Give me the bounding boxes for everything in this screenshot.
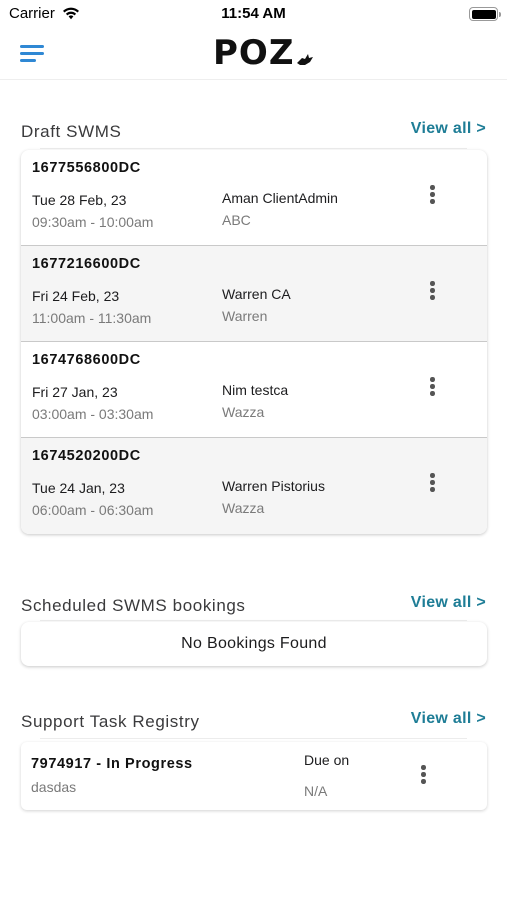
swms-time: 11:00am - 11:30am <box>32 310 152 326</box>
task-title: 7974917 - In Progress <box>31 756 193 772</box>
navbar: POZ <box>0 28 507 80</box>
swms-time: 03:00am - 03:30am <box>32 406 154 422</box>
draft-swms-view-all-link[interactable]: View all > <box>411 120 486 138</box>
support-task-row[interactable]: 7974917 - In Progress dasdas Due on N/A <box>21 742 487 810</box>
scheduled-bookings-view-all-link[interactable]: View all > <box>411 594 486 612</box>
clock: 11:54 AM <box>221 5 286 22</box>
divider <box>40 148 467 149</box>
task-due-label: Due on <box>304 752 350 768</box>
draft-swms-row[interactable]: 1677556800DC Tue 28 Feb, 23 09:30am - 10… <box>21 150 487 246</box>
logo-bird-icon <box>297 54 314 65</box>
swms-id: 1677216600DC <box>32 256 141 272</box>
task-due-value: N/A <box>304 783 328 799</box>
swms-date: Fri 24 Feb, 23 <box>32 288 120 304</box>
swms-org: Wazza <box>222 404 265 420</box>
swms-date: Tue 28 Feb, 23 <box>32 192 127 208</box>
more-options-icon[interactable] <box>424 375 440 399</box>
swms-date: Tue 24 Jan, 23 <box>32 480 125 496</box>
swms-user: Aman ClientAdmin <box>222 190 338 206</box>
app-logo: POZ <box>213 33 314 73</box>
hamburger-menu-icon[interactable] <box>20 42 46 64</box>
draft-swms-title: Draft SWMS <box>21 122 122 141</box>
swms-user: Nim testca <box>222 382 289 398</box>
swms-time: 06:00am - 06:30am <box>32 502 154 518</box>
draft-swms-row[interactable]: 1677216600DC Fri 24 Feb, 23 11:00am - 11… <box>21 246 487 342</box>
more-options-icon[interactable] <box>415 763 431 787</box>
divider <box>40 738 467 739</box>
task-subtitle: dasdas <box>31 779 77 795</box>
no-bookings-message: No Bookings Found <box>21 622 487 666</box>
swms-time: 09:30am - 10:00am <box>32 214 154 230</box>
scheduled-bookings-title: Scheduled SWMS bookings <box>21 596 246 615</box>
swms-id: 1677556800DC <box>32 160 141 176</box>
swms-org: Wazza <box>222 500 265 516</box>
support-tasks-title: Support Task Registry <box>21 712 200 731</box>
swms-user: Warren CA <box>222 286 291 302</box>
logo-text: POZ <box>213 33 295 73</box>
draft-swms-list: 1677556800DC Tue 28 Feb, 23 09:30am - 10… <box>21 150 487 534</box>
support-tasks-view-all-link[interactable]: View all > <box>411 710 486 728</box>
swms-id: 1674768600DC <box>32 352 141 368</box>
more-options-icon[interactable] <box>424 183 440 207</box>
more-options-icon[interactable] <box>424 471 440 495</box>
swms-date: Fri 27 Jan, 23 <box>32 384 118 400</box>
swms-id: 1674520200DC <box>32 448 141 464</box>
draft-swms-row[interactable]: 1674520200DC Tue 24 Jan, 23 06:00am - 06… <box>21 438 487 534</box>
status-bar: Carrier 11:54 AM <box>0 0 507 28</box>
draft-swms-row[interactable]: 1674768600DC Fri 27 Jan, 23 03:00am - 03… <box>21 342 487 438</box>
swms-org: ABC <box>222 212 251 228</box>
swms-org: Warren <box>222 308 268 324</box>
battery-icon <box>469 7 501 21</box>
more-options-icon[interactable] <box>424 279 440 303</box>
swms-user: Warren Pistorius <box>222 478 325 494</box>
divider <box>40 620 467 621</box>
